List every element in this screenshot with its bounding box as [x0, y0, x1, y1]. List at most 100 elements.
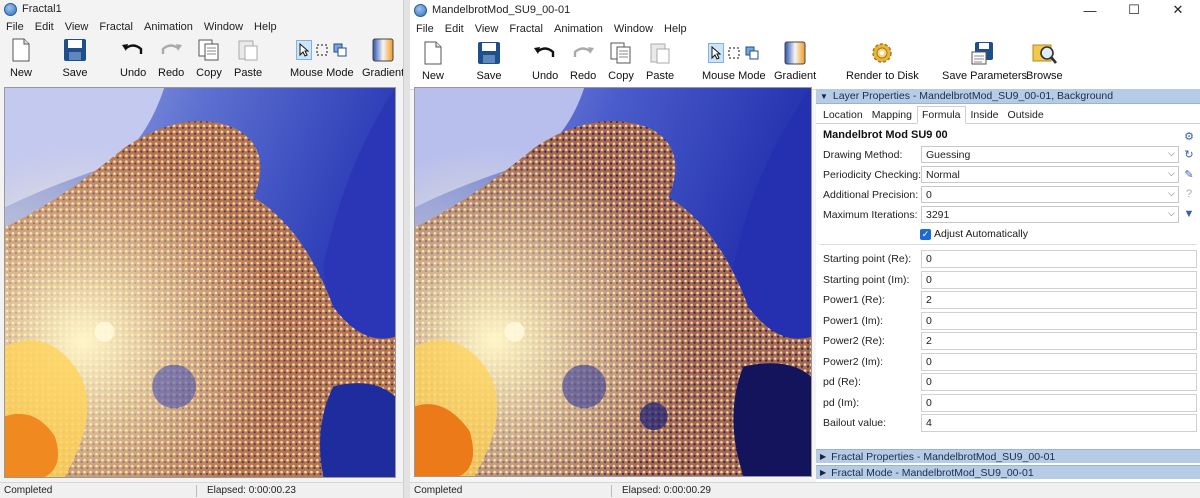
divider — [819, 244, 1197, 245]
additional-precision-select[interactable]: 0 ⌵ — [921, 186, 1179, 203]
help-icon[interactable]: ? — [1182, 187, 1196, 201]
close-icon[interactable]: ✕ — [1156, 0, 1200, 20]
menu-edit[interactable]: Edit — [33, 21, 60, 33]
param-input[interactable]: 0 — [921, 373, 1197, 391]
mouse-mode-button[interactable]: Mouse Mode — [702, 40, 766, 82]
expand-down-icon[interactable]: ▼ — [1182, 207, 1196, 221]
menu-file[interactable]: File — [4, 21, 30, 33]
adjust-automatically-checkbox[interactable]: ✓ Adjust Automatically — [920, 228, 1028, 240]
max-iterations-row: Maximum Iterations: 3291 ⌵ — [823, 206, 1179, 223]
menu-view[interactable]: View — [63, 21, 95, 33]
elapsed-time: Elapsed: 0:00:00.29 — [622, 485, 711, 496]
redo-label: Redo — [570, 70, 597, 82]
fractal-image — [415, 88, 811, 476]
param-label: Power1 (Im): — [823, 314, 884, 327]
pointer-icon[interactable] — [295, 40, 312, 60]
paste-button[interactable]: Paste — [646, 40, 674, 82]
fractal-canvas[interactable] — [4, 87, 396, 478]
layer-properties-title: Layer Properties - MandelbrotMod_SU9_00-… — [832, 90, 1114, 102]
save-parameters-button[interactable]: Save Parameters — [942, 40, 1027, 82]
app-icon — [4, 2, 17, 16]
menu-window[interactable]: Window — [612, 23, 659, 35]
minimize-icon[interactable]: — — [1068, 0, 1112, 20]
menu-help[interactable]: Help — [662, 23, 693, 35]
status-divider — [196, 484, 197, 497]
menu-fractal[interactable]: Fractal — [97, 21, 139, 33]
gradient-icon — [782, 40, 808, 66]
refresh-icon[interactable]: ↻ — [1182, 147, 1196, 161]
save-button[interactable]: Save — [62, 37, 88, 79]
menu-animation[interactable]: Animation — [142, 21, 199, 33]
undo-button[interactable]: Undo — [532, 40, 558, 82]
formula-name: Mandelbrot Mod SU9 00 — [823, 129, 948, 141]
menu-fractal[interactable]: Fractal — [507, 23, 549, 35]
tab-location[interactable]: Location — [819, 107, 867, 123]
browse-button[interactable]: Browse — [1026, 40, 1063, 82]
zoom-box-icon[interactable] — [744, 43, 760, 63]
param-input[interactable]: 0 — [921, 270, 1197, 289]
zoom-box-icon[interactable] — [332, 40, 348, 60]
fractal-mode-header[interactable]: ▶ Fractal Mode - MandelbrotMod_SU9_00-01 — [816, 465, 1200, 479]
paste-icon — [647, 40, 673, 66]
menu-animation[interactable]: Animation — [552, 23, 609, 35]
param-input[interactable]: 0 — [921, 311, 1197, 330]
tab-formula[interactable]: Formula — [916, 106, 966, 124]
max-iterations-select[interactable]: 3291 ⌵ — [921, 206, 1179, 223]
edit-formula-icon[interactable]: ✎ — [1182, 167, 1196, 181]
mouse-mode-button[interactable]: Mouse Mode — [290, 37, 354, 79]
param-input[interactable]: 2 — [921, 332, 1197, 350]
param-input[interactable]: 0 — [921, 393, 1197, 412]
copy-button[interactable]: Copy — [196, 37, 222, 79]
param-input[interactable]: 0 — [921, 250, 1197, 268]
tab-inside[interactable]: Inside — [967, 107, 1003, 123]
save-button[interactable]: Save — [476, 40, 502, 82]
collapse-triangle-icon: ▼ — [820, 91, 828, 101]
select-box-icon[interactable] — [314, 40, 330, 60]
param-starting-point-im: Starting point (Im): 0 — [823, 270, 1197, 289]
menu-help[interactable]: Help — [252, 21, 283, 33]
fractal-canvas[interactable] — [414, 87, 812, 477]
window-title: Fractal1 — [22, 3, 62, 15]
menu-file[interactable]: File — [414, 23, 440, 35]
window-controls: — ☐ ✕ — [1068, 0, 1200, 20]
window-title: MandelbrotMod_SU9_00-01 — [432, 4, 571, 16]
periodicity-select[interactable]: Normal ⌵ — [921, 166, 1179, 183]
undo-button[interactable]: Undo — [120, 37, 146, 79]
maximize-icon[interactable]: ☐ — [1112, 0, 1156, 20]
render-to-disk-button[interactable]: Render to Disk — [846, 40, 919, 82]
layer-properties-header[interactable]: ▼ Layer Properties - MandelbrotMod_SU9_0… — [816, 89, 1200, 104]
status-text: Completed — [4, 485, 53, 496]
copy-button[interactable]: Copy — [608, 40, 634, 82]
redo-button[interactable]: Redo — [158, 37, 184, 79]
browse-label: Browse — [1026, 70, 1063, 82]
param-input[interactable]: 0 — [921, 352, 1197, 371]
tab-outside[interactable]: Outside — [1004, 107, 1048, 123]
menu-view[interactable]: View — [473, 23, 505, 35]
save-parameters-icon — [971, 40, 997, 66]
save-icon — [62, 37, 88, 63]
gradient-button[interactable]: Gradient — [774, 40, 816, 82]
max-iterations-value: 3291 — [926, 208, 950, 221]
new-button[interactable]: New — [420, 40, 446, 82]
copy-label: Copy — [196, 67, 222, 79]
fractal-properties-header[interactable]: ▶ Fractal Properties - MandelbrotMod_SU9… — [816, 449, 1200, 463]
redo-button[interactable]: Redo — [570, 40, 596, 82]
formula-browse-icon[interactable]: ⚙ — [1182, 129, 1196, 143]
menu-edit[interactable]: Edit — [443, 23, 470, 35]
periodicity-row: Periodicity Checking: Normal ⌵ — [823, 166, 1179, 183]
new-button[interactable]: New — [8, 37, 34, 79]
menu-bar: File Edit View Fractal Animation Window … — [410, 20, 1200, 38]
select-box-icon[interactable] — [726, 43, 742, 63]
menu-window[interactable]: Window — [202, 21, 249, 33]
chevron-down-icon: ⌵ — [1168, 188, 1175, 198]
pointer-icon[interactable] — [707, 43, 724, 63]
param-input[interactable]: 2 — [921, 291, 1197, 309]
redo-icon — [158, 37, 184, 63]
gradient-button[interactable]: Gradient — [362, 37, 403, 79]
paste-button[interactable]: Paste — [234, 37, 262, 79]
drawing-method-select[interactable]: Guessing ⌵ — [921, 146, 1179, 163]
param-pd-re: pd (Re): 0 — [823, 373, 1197, 391]
param-input[interactable]: 4 — [921, 414, 1197, 432]
fractal-image — [5, 88, 395, 477]
tab-mapping[interactable]: Mapping — [868, 107, 916, 123]
